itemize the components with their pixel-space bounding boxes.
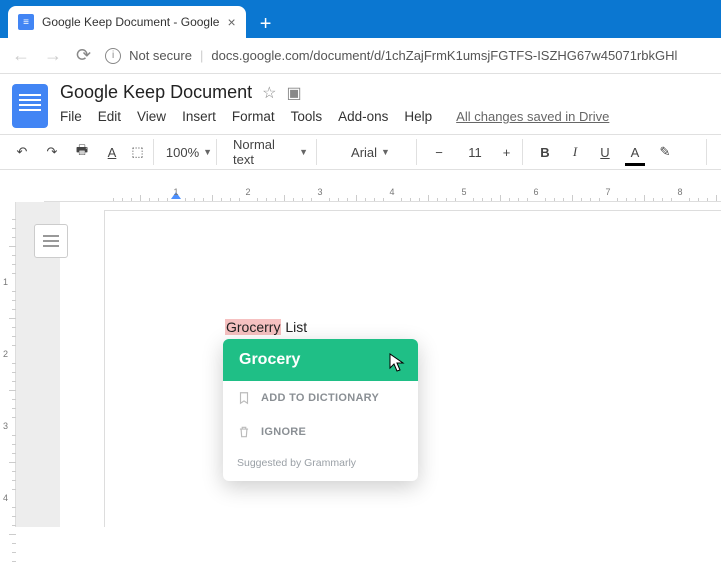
bold-button[interactable]: B	[533, 139, 557, 165]
browser-address-bar: ← → ⟳ i Not secure | docs.google.com/doc…	[0, 38, 721, 74]
font-size-field[interactable]: 11	[457, 139, 493, 165]
cursor-icon	[389, 353, 406, 378]
add-to-dictionary-button[interactable]: ADD TO DICTIONARY	[223, 381, 418, 415]
print-button[interactable]: 🖶	[70, 139, 94, 165]
docs-favicon: ≡	[18, 14, 34, 30]
browser-tab-strip: ≡ Google Keep Document - Google × +	[0, 0, 721, 38]
menu-addons[interactable]: Add-ons	[338, 109, 388, 124]
undo-button[interactable]: ↶	[10, 139, 34, 165]
security-status: Not secure	[129, 48, 192, 63]
menu-tools[interactable]: Tools	[291, 109, 323, 124]
outline-toggle-button[interactable]	[34, 224, 68, 258]
highlight-button[interactable]: ✎	[653, 139, 677, 165]
move-icon[interactable]: ▣	[286, 83, 301, 103]
menu-edit[interactable]: Edit	[98, 109, 121, 124]
text-line[interactable]: Grocerry List	[225, 319, 307, 335]
menu-view[interactable]: View	[137, 109, 166, 124]
italic-button[interactable]: I	[563, 139, 587, 165]
tab-title: Google Keep Document - Google	[42, 15, 219, 29]
font-dropdown[interactable]: Arial▼	[327, 139, 417, 165]
star-icon[interactable]: ☆	[262, 83, 276, 103]
menu-file[interactable]: File	[60, 109, 82, 124]
paint-format-button[interactable]: ⬚	[130, 139, 154, 165]
close-tab-icon[interactable]: ×	[227, 14, 235, 30]
reload-button[interactable]: ⟳	[76, 45, 91, 66]
bookmark-icon	[237, 391, 251, 405]
misspelled-word[interactable]: Grocerry	[225, 319, 281, 335]
docs-header: Google Keep Document ☆ ▣ File Edit View …	[0, 74, 721, 128]
grammarly-suggestion[interactable]: Grocery	[223, 339, 418, 381]
grammarly-popup: Grocery ADD TO DICTIONARY IGNORE Suggest…	[223, 339, 418, 481]
forward-button[interactable]: →	[44, 45, 62, 66]
document-content[interactable]: Grocerry List	[225, 319, 307, 337]
save-status[interactable]: All changes saved in Drive	[456, 109, 609, 124]
text-color-button[interactable]: A	[623, 139, 647, 165]
underline-button[interactable]: U	[593, 139, 617, 165]
paragraph-style-dropdown[interactable]: Normal text▼	[227, 139, 317, 165]
grammarly-footer: Suggested by Grammarly	[223, 449, 418, 481]
document-title[interactable]: Google Keep Document	[60, 82, 252, 103]
docs-toolbar: ↶ ↷ 🖶 A ⬚ 100%▼ Normal text▼ Arial▼ − 11…	[0, 134, 721, 170]
ignore-button[interactable]: IGNORE	[223, 415, 418, 449]
horizontal-ruler[interactable]: 12345678	[44, 186, 721, 202]
font-size-decrease[interactable]: −	[427, 139, 451, 165]
menu-format[interactable]: Format	[232, 109, 275, 124]
font-size-increase[interactable]: +	[499, 139, 523, 165]
browser-tab[interactable]: ≡ Google Keep Document - Google ×	[8, 6, 246, 38]
vertical-ruler[interactable]: 1234	[0, 202, 16, 527]
docs-logo-icon[interactable]	[12, 84, 48, 128]
trash-icon	[237, 425, 251, 439]
back-button[interactable]: ←	[12, 45, 30, 66]
url-text: docs.google.com/document/d/1chZajFrmK1um…	[211, 48, 677, 63]
document-page[interactable]: Grocerry List Grocery ADD TO DICTIONARY …	[104, 210, 721, 527]
url-field[interactable]: i Not secure | docs.google.com/document/…	[105, 48, 709, 64]
redo-button[interactable]: ↷	[40, 139, 64, 165]
zoom-dropdown[interactable]: 100%▼	[164, 139, 217, 165]
menu-bar: File Edit View Insert Format Tools Add-o…	[60, 109, 709, 124]
spellcheck-button[interactable]: A	[100, 139, 124, 165]
menu-help[interactable]: Help	[404, 109, 432, 124]
site-info-icon[interactable]: i	[105, 48, 121, 64]
menu-insert[interactable]: Insert	[182, 109, 216, 124]
new-tab-button[interactable]: +	[252, 10, 280, 38]
